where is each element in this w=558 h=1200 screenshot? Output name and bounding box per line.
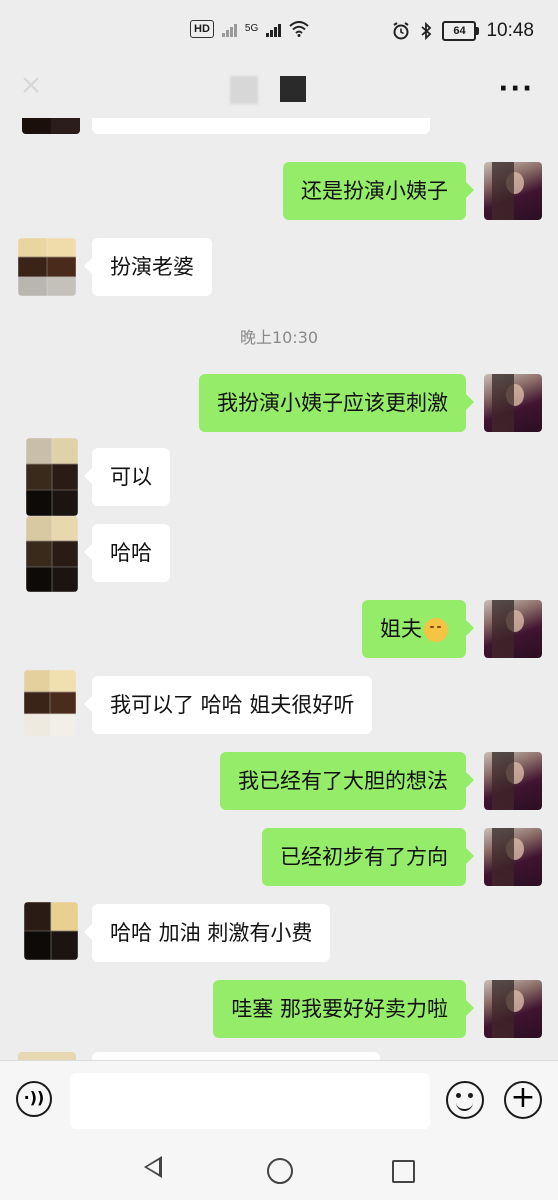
back-arrow-icon[interactable]	[20, 74, 42, 96]
contact-avatar[interactable]	[22, 118, 80, 134]
timestamp: 晚上10:30	[239, 328, 319, 347]
message-row: 哈哈	[0, 516, 558, 594]
contact-avatar[interactable]	[26, 516, 78, 592]
message-text: 姐夫	[380, 617, 422, 641]
message-row: 已经初步有了方向	[0, 828, 558, 886]
chat-screen: HD 5G 64 10:48 ··· 还是扮演小姨子 扮演老婆 晚上10:30 …	[0, 0, 558, 1200]
message-bubble-partial[interactable]	[92, 118, 430, 134]
alarm-icon	[393, 22, 410, 40]
network-type: 5G	[244, 23, 259, 34]
voice-icon[interactable]: ·))	[16, 1081, 52, 1117]
system-recents-icon[interactable]	[392, 1160, 415, 1183]
contact-avatar[interactable]	[18, 238, 76, 296]
message-row: 还是扮演小姨子	[0, 162, 558, 220]
message-input[interactable]	[70, 1073, 430, 1129]
message-bubble-sent[interactable]: 还是扮演小姨子	[283, 162, 474, 220]
message-row: 可以	[0, 438, 558, 516]
message-row: 我已经有了大胆的想法	[0, 752, 558, 810]
clock: 10:48	[486, 20, 534, 41]
message-row-partial	[0, 118, 558, 134]
contact-avatar[interactable]	[24, 670, 76, 736]
message-bubble-sent[interactable]: 姐夫	[362, 600, 474, 658]
input-bar: ·)) +	[0, 1060, 558, 1143]
plus-icon[interactable]: +	[504, 1081, 542, 1119]
thinking-emoji-icon	[424, 618, 448, 642]
message-bubble-received[interactable]: 可以	[84, 448, 170, 506]
message-row-partial	[0, 1052, 558, 1060]
my-avatar[interactable]	[484, 980, 542, 1038]
status-bar: HD 5G 64 10:48	[0, 0, 558, 64]
message-bubble-partial[interactable]	[92, 1052, 380, 1060]
status-left: HD 5G	[190, 20, 309, 38]
message-bubble-sent[interactable]: 我已经有了大胆的想法	[220, 752, 474, 810]
message-row: 姐夫	[0, 600, 558, 658]
system-home-icon[interactable]	[267, 1158, 293, 1184]
message-bubble-received[interactable]: 我可以了 哈哈 姐夫很好听	[83, 676, 373, 734]
wifi-icon	[289, 21, 309, 37]
my-avatar[interactable]	[484, 374, 542, 432]
signal-icon	[221, 21, 237, 37]
chat-header: ···	[0, 64, 558, 118]
system-back-icon[interactable]	[144, 1156, 162, 1178]
contact-avatar[interactable]	[18, 1052, 76, 1060]
contact-avatar[interactable]	[24, 902, 78, 960]
hd-badge: HD	[190, 20, 214, 38]
message-bubble-sent[interactable]: 已经初步有了方向	[262, 828, 474, 886]
message-bubble-sent[interactable]: 哇塞 那我要好好卖力啦	[213, 980, 474, 1038]
more-dots-icon[interactable]: ···	[498, 74, 534, 104]
message-row: 哇塞 那我要好好卖力啦	[0, 980, 558, 1038]
message-bubble-received[interactable]: 扮演老婆	[84, 238, 212, 296]
my-avatar[interactable]	[484, 752, 542, 810]
message-bubble-sent[interactable]: 我扮演小姨子应该更刺激	[199, 374, 474, 432]
my-avatar[interactable]	[484, 162, 542, 220]
contact-name-redacted	[230, 76, 306, 104]
message-row: 哈哈 加油 刺激有小费	[0, 902, 558, 962]
my-avatar[interactable]	[484, 828, 542, 886]
message-bubble-received[interactable]: 哈哈	[84, 524, 170, 582]
bluetooth-icon	[421, 22, 432, 40]
battery-icon: 64	[442, 21, 480, 41]
my-avatar[interactable]	[484, 600, 542, 658]
status-right: 64 10:48	[392, 20, 534, 42]
message-row: 扮演老婆	[0, 238, 558, 296]
message-row: 我可以了 哈哈 姐夫很好听	[0, 670, 558, 736]
message-bubble-received[interactable]: 哈哈 加油 刺激有小费	[83, 904, 331, 962]
signal-strong-icon	[266, 21, 282, 37]
emoji-icon[interactable]	[446, 1081, 484, 1119]
message-row: 我扮演小姨子应该更刺激	[0, 374, 558, 432]
contact-avatar[interactable]	[26, 438, 78, 516]
system-nav-bar	[0, 1142, 558, 1200]
message-list[interactable]: 还是扮演小姨子 扮演老婆 晚上10:30 我扮演小姨子应该更刺激 可以 哈哈 姐…	[0, 118, 558, 1060]
